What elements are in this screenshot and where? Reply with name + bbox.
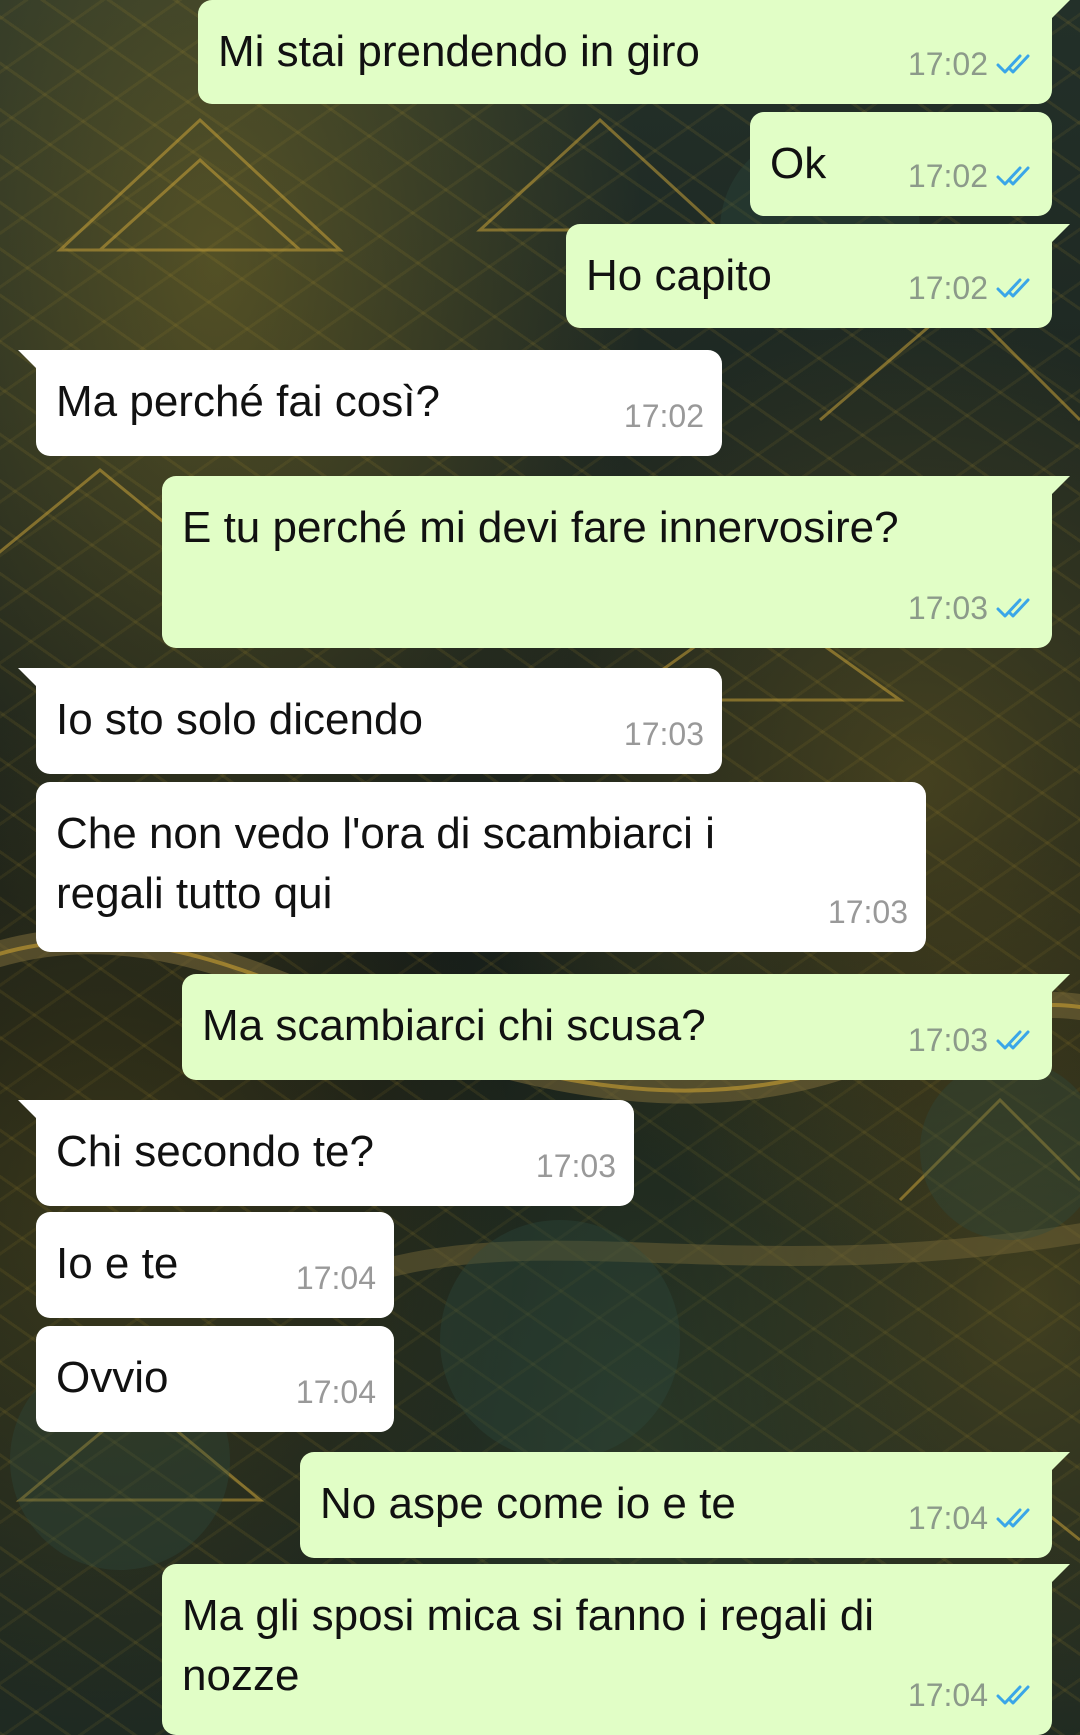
message-text: Ovvio bbox=[56, 1353, 169, 1402]
message-text: Ma perché fai così? bbox=[56, 377, 440, 426]
message-timestamp: 17:04 bbox=[295, 1374, 376, 1410]
message-text: Mi stai prendendo in giro bbox=[218, 27, 700, 76]
message-bubble-outgoing[interactable]: E tu perché mi devi fare innervosire? 17:… bbox=[162, 476, 1070, 648]
double-check-icon bbox=[996, 278, 1030, 298]
message-timestamp: 17:03 bbox=[623, 716, 704, 752]
message-meta: 17:02 bbox=[908, 258, 1034, 318]
read-receipt bbox=[996, 164, 1034, 188]
message-text: Ma gli sposi mica si fanno i regali di n… bbox=[182, 1591, 887, 1700]
message-list[interactable]: Mi stai prendendo in giro 17:02 Ok 17:02 Ho … bbox=[0, 0, 1080, 1735]
message-meta: 17:03 bbox=[908, 1010, 1034, 1070]
read-receipt bbox=[996, 52, 1034, 76]
message-timestamp: 17:03 bbox=[907, 1022, 988, 1058]
message-text: Che non vedo l'ora di scambiarci i regal… bbox=[56, 809, 728, 918]
message-bubble-incoming[interactable]: Chi secondo te? 17:03 bbox=[18, 1100, 634, 1206]
message-meta: 17:04 bbox=[908, 1665, 1034, 1725]
message-bubble-incoming[interactable]: Io e te 17:04 bbox=[36, 1212, 394, 1318]
message-meta: 17:03 bbox=[536, 1136, 616, 1196]
message-timestamp: 17:03 bbox=[827, 894, 908, 930]
message-timestamp: 17:04 bbox=[907, 1500, 988, 1536]
double-check-icon bbox=[996, 1685, 1030, 1705]
message-meta: 17:04 bbox=[296, 1248, 376, 1308]
message-meta: 17:03 bbox=[828, 882, 908, 942]
message-timestamp: 17:02 bbox=[907, 158, 988, 194]
message-text: Ho capito bbox=[586, 251, 772, 300]
read-receipt bbox=[996, 276, 1034, 300]
message-bubble-incoming[interactable]: Ma perché fai così? 17:02 bbox=[18, 350, 722, 456]
message-meta: 17:02 bbox=[624, 386, 704, 446]
read-receipt bbox=[996, 1028, 1034, 1052]
message-meta: 17:04 bbox=[296, 1362, 376, 1422]
message-text: E tu perché mi devi fare innervosire? bbox=[182, 503, 899, 552]
message-text: Io sto solo dicendo bbox=[56, 695, 423, 744]
message-meta: 17:02 bbox=[908, 146, 1034, 206]
message-meta: 17:03 bbox=[624, 704, 704, 764]
message-timestamp: 17:02 bbox=[907, 46, 988, 82]
message-bubble-outgoing[interactable]: No aspe come io e te 17:04 bbox=[300, 1452, 1070, 1558]
message-text: Ma scambiarci chi scusa? bbox=[202, 1001, 706, 1050]
message-timestamp: 17:03 bbox=[535, 1148, 616, 1184]
double-check-icon bbox=[996, 54, 1030, 74]
message-text: No aspe come io e te bbox=[320, 1479, 736, 1528]
message-meta: 17:03 bbox=[908, 578, 1034, 638]
double-check-icon bbox=[996, 166, 1030, 186]
message-bubble-outgoing[interactable]: Ma gli sposi mica si fanno i regali di n… bbox=[162, 1564, 1070, 1735]
message-text: Io e te bbox=[56, 1239, 179, 1288]
message-timestamp: 17:02 bbox=[907, 270, 988, 306]
message-bubble-incoming[interactable]: Ovvio 17:04 bbox=[36, 1326, 394, 1432]
message-text: Ok bbox=[770, 139, 827, 188]
read-receipt bbox=[996, 596, 1034, 620]
double-check-icon bbox=[996, 598, 1030, 618]
double-check-icon bbox=[996, 1030, 1030, 1050]
message-timestamp: 17:02 bbox=[623, 398, 704, 434]
message-timestamp: 17:03 bbox=[907, 590, 988, 626]
message-text: Chi secondo te? bbox=[56, 1127, 374, 1176]
message-bubble-outgoing[interactable]: Mi stai prendendo in giro 17:02 bbox=[198, 0, 1070, 104]
read-receipt bbox=[996, 1506, 1034, 1530]
message-bubble-incoming[interactable]: Io sto solo dicendo 17:03 bbox=[18, 668, 722, 774]
double-check-icon bbox=[996, 1508, 1030, 1528]
message-bubble-incoming[interactable]: Che non vedo l'ora di scambiarci i regal… bbox=[36, 782, 926, 952]
message-bubble-outgoing[interactable]: Ma scambiarci chi scusa? 17:03 bbox=[182, 974, 1070, 1080]
read-receipt bbox=[996, 1683, 1034, 1707]
message-timestamp: 17:04 bbox=[907, 1677, 988, 1713]
message-meta: 17:04 bbox=[908, 1488, 1034, 1548]
message-timestamp: 17:04 bbox=[295, 1260, 376, 1296]
message-bubble-outgoing[interactable]: Ok 17:02 bbox=[750, 112, 1052, 216]
message-bubble-outgoing[interactable]: Ho capito 17:02 bbox=[566, 224, 1070, 328]
message-meta: 17:02 bbox=[908, 34, 1034, 94]
